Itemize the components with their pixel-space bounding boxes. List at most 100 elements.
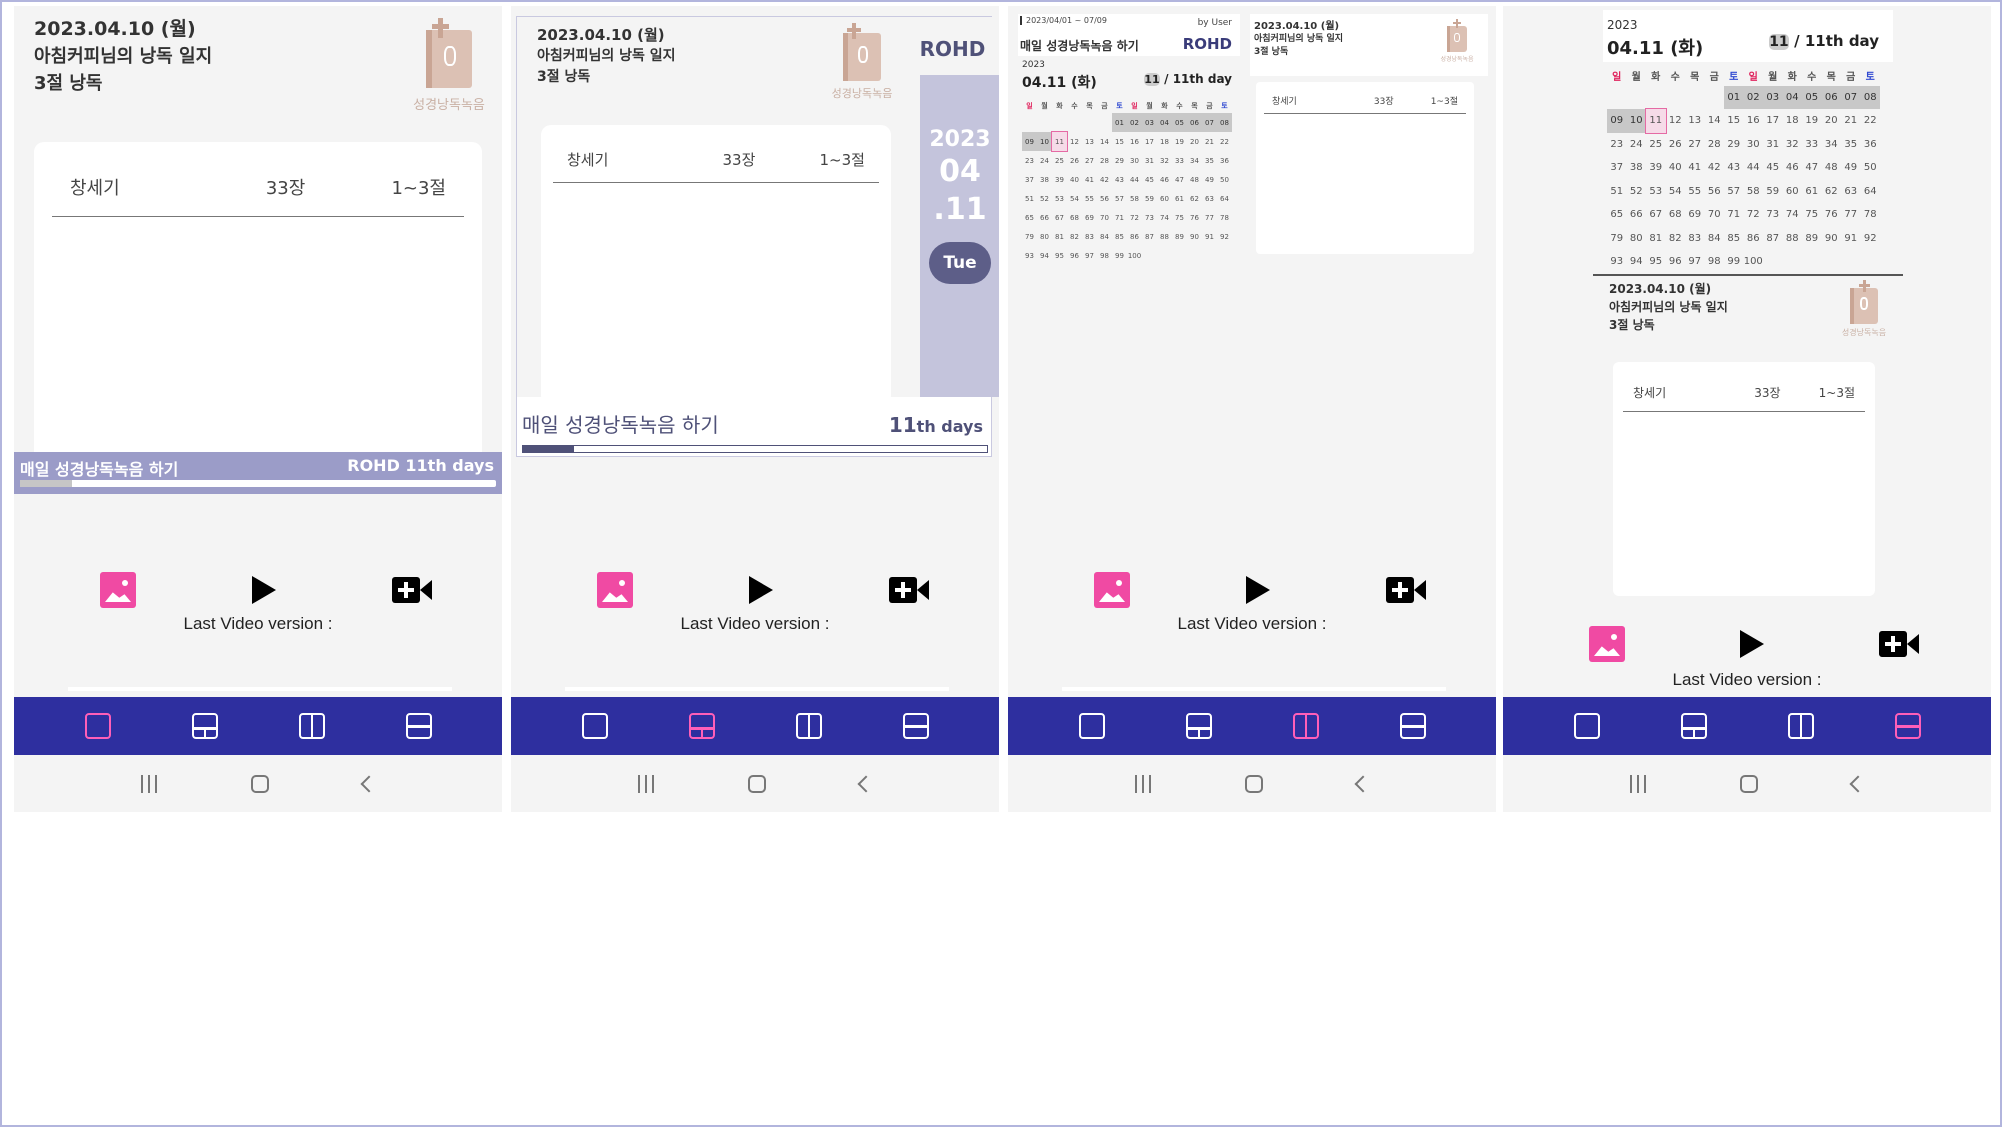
calendar-day[interactable]: 34: [1822, 133, 1842, 157]
calendar-day[interactable]: 14: [1097, 132, 1112, 151]
calendar-day[interactable]: 88: [1157, 227, 1172, 246]
calendar-day[interactable]: 17: [1763, 109, 1783, 133]
calendar-day[interactable]: 63: [1841, 180, 1861, 204]
play-icon[interactable]: [749, 576, 773, 604]
calendar-day[interactable]: 93: [1022, 246, 1037, 265]
recent-apps-icon[interactable]: [141, 774, 157, 793]
calendar-day[interactable]: 19: [1172, 132, 1187, 151]
calendar-day[interactable]: 83: [1685, 227, 1705, 251]
calendar-day[interactable]: 60: [1783, 180, 1803, 204]
calendar-day[interactable]: 28: [1705, 133, 1725, 157]
calendar-day[interactable]: 39: [1646, 156, 1666, 180]
calendar-day[interactable]: 22: [1217, 132, 1232, 151]
layout-single-button[interactable]: [581, 713, 608, 739]
calendar-day[interactable]: 61: [1802, 180, 1822, 204]
calendar-day[interactable]: 82: [1666, 227, 1686, 251]
calendar-day[interactable]: 90: [1822, 227, 1842, 251]
play-icon[interactable]: [1246, 576, 1270, 604]
layout-split-vertical-button[interactable]: [1292, 713, 1319, 739]
calendar-day[interactable]: 80: [1627, 227, 1647, 251]
calendar-day[interactable]: 55: [1685, 180, 1705, 204]
calendar-day[interactable]: 68: [1067, 208, 1082, 227]
calendar-day[interactable]: 86: [1127, 227, 1142, 246]
calendar-day[interactable]: 60: [1157, 189, 1172, 208]
calendar-day[interactable]: 59: [1763, 180, 1783, 204]
layout-split-bottom-button[interactable]: [688, 713, 715, 739]
calendar-day[interactable]: 73: [1142, 208, 1157, 227]
calendar-day[interactable]: 51: [1022, 189, 1037, 208]
calendar-day[interactable]: 64: [1861, 180, 1881, 204]
calendar-day[interactable]: 37: [1607, 156, 1627, 180]
calendar-day[interactable]: 29: [1724, 133, 1744, 157]
calendar-day[interactable]: 67: [1646, 203, 1666, 227]
calendar-day[interactable]: 13: [1082, 132, 1097, 151]
calendar-day[interactable]: 44: [1127, 170, 1142, 189]
calendar-day[interactable]: 49: [1202, 170, 1217, 189]
image-icon[interactable]: [597, 572, 633, 608]
calendar-day[interactable]: 40: [1666, 156, 1686, 180]
calendar-day[interactable]: 47: [1172, 170, 1187, 189]
calendar-day[interactable]: 15: [1112, 132, 1127, 151]
add-video-icon[interactable]: [1879, 631, 1919, 657]
calendar-day[interactable]: 26: [1067, 151, 1082, 170]
calendar-day[interactable]: 30: [1744, 133, 1764, 157]
calendar-day[interactable]: 02: [1743, 85, 1763, 109]
calendar-day[interactable]: 05: [1802, 85, 1822, 109]
calendar-day[interactable]: 99: [1724, 250, 1744, 274]
calendar-day[interactable]: 34: [1187, 151, 1202, 170]
calendar-day[interactable]: 33: [1172, 151, 1187, 170]
calendar-day[interactable]: 20: [1822, 109, 1842, 133]
calendar-day[interactable]: 77: [1841, 203, 1861, 227]
calendar-day[interactable]: 21: [1202, 132, 1217, 151]
layout-single-button[interactable]: [84, 713, 111, 739]
calendar-day[interactable]: 85: [1724, 227, 1744, 251]
calendar-day[interactable]: 69: [1082, 208, 1097, 227]
calendar-day[interactable]: 79: [1607, 227, 1627, 251]
home-icon[interactable]: [1740, 774, 1758, 793]
calendar-day[interactable]: 57: [1724, 180, 1744, 204]
calendar-day[interactable]: 18: [1783, 109, 1803, 133]
calendar-day[interactable]: 92: [1217, 227, 1232, 246]
add-video-icon[interactable]: [889, 577, 929, 603]
calendar-day[interactable]: 56: [1705, 180, 1725, 204]
calendar-day[interactable]: 94: [1037, 246, 1052, 265]
calendar-day[interactable]: 74: [1157, 208, 1172, 227]
layout-split-vertical-button[interactable]: [1787, 713, 1814, 739]
home-icon[interactable]: [1245, 774, 1263, 793]
calendar-day[interactable]: 07: [1202, 113, 1217, 132]
calendar-day[interactable]: 30: [1127, 151, 1142, 170]
calendar-day[interactable]: 78: [1217, 208, 1232, 227]
calendar-day[interactable]: 09: [1607, 109, 1627, 133]
calendar-day[interactable]: 41: [1082, 170, 1097, 189]
calendar-day[interactable]: 01: [1112, 113, 1127, 132]
calendar-day[interactable]: 16: [1127, 132, 1142, 151]
layout-split-vertical-button[interactable]: [298, 713, 325, 739]
calendar-day[interactable]: 05: [1172, 113, 1187, 132]
layout-split-bottom-button[interactable]: [1680, 713, 1707, 739]
calendar-day[interactable]: 42: [1097, 170, 1112, 189]
calendar-day[interactable]: 66: [1627, 203, 1647, 227]
calendar-day[interactable]: 32: [1783, 133, 1803, 157]
calendar-day[interactable]: 65: [1022, 208, 1037, 227]
calendar-day[interactable]: 15: [1724, 109, 1744, 133]
back-icon[interactable]: [857, 775, 875, 792]
calendar-day[interactable]: 12: [1666, 109, 1686, 133]
calendar-day[interactable]: 31: [1763, 133, 1783, 157]
calendar-day[interactable]: 01: [1724, 85, 1744, 109]
calendar-day[interactable]: 45: [1142, 170, 1157, 189]
calendar-day[interactable]: 58: [1127, 189, 1142, 208]
calendar-day[interactable]: 08: [1217, 113, 1232, 132]
layout-split-horizontal-button[interactable]: [405, 713, 432, 739]
calendar-day[interactable]: 71: [1112, 208, 1127, 227]
calendar-day[interactable]: 04: [1782, 85, 1802, 109]
calendar-day[interactable]: 63: [1202, 189, 1217, 208]
calendar-day[interactable]: 93: [1607, 250, 1627, 274]
calendar-day[interactable]: 52: [1037, 189, 1052, 208]
calendar-day[interactable]: 99: [1112, 246, 1127, 265]
calendar-day[interactable]: 50: [1861, 156, 1881, 180]
calendar-day[interactable]: 84: [1705, 227, 1725, 251]
calendar-day[interactable]: 22: [1861, 109, 1881, 133]
calendar-day[interactable]: 73: [1763, 203, 1783, 227]
calendar-day[interactable]: 53: [1646, 180, 1666, 204]
calendar-day[interactable]: 06: [1821, 85, 1841, 109]
